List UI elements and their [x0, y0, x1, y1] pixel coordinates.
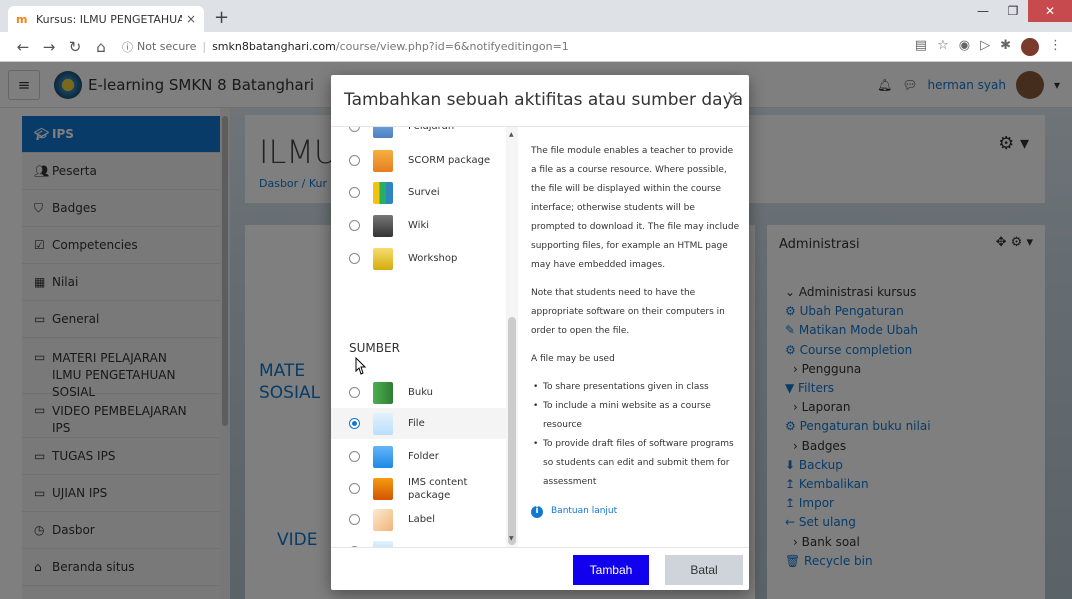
module-option-pelajaran[interactable]: Pelajaran — [331, 127, 506, 142]
module-option-workshop[interactable]: Workshop — [331, 243, 506, 274]
radio-button[interactable] — [349, 127, 360, 132]
url-path: /course/view.php?id=6&notifyeditingon=1 — [335, 40, 569, 53]
module-option-page[interactable]: Page — [331, 536, 506, 547]
reload-icon[interactable]: ↻ — [62, 38, 88, 56]
window-close-icon[interactable]: ✕ — [1028, 0, 1072, 22]
lesson-icon — [373, 127, 393, 138]
not-secure-label: Not secure — [137, 40, 197, 53]
radio-button[interactable] — [349, 483, 360, 494]
radio-button[interactable] — [349, 187, 360, 198]
radio-button[interactable] — [349, 418, 360, 429]
book-icon — [373, 381, 393, 404]
help-paragraph: Note that students need to have the appr… — [531, 288, 725, 336]
play-extension-icon[interactable]: ▷ — [980, 38, 990, 56]
wiki-icon — [373, 214, 393, 237]
scorm-icon — [373, 149, 393, 172]
module-label: Pelajaran — [408, 127, 454, 133]
address-bar: ← → ↻ ⌂ ⓘ Not secure | smkn8batanghari.c… — [0, 32, 1072, 62]
module-label: SCORM package — [408, 155, 491, 166]
ims-package-icon — [373, 477, 393, 500]
radio-button[interactable] — [349, 514, 360, 525]
tab-title: Kursus: ILMU PENGETAHUAN SO — [36, 12, 182, 26]
radio-button[interactable] — [349, 387, 360, 398]
module-option-wiki[interactable]: Wiki — [331, 210, 506, 241]
bookmark-star-icon[interactable]: ☆ — [937, 38, 949, 56]
browser-tab-bar: m Kursus: ILMU PENGETAHUAN SO × + — ❐ ✕ — [0, 0, 1072, 32]
puzzle-icon[interactable]: ✱ — [1000, 38, 1011, 56]
more-help-label: Bantuan lanjut — [551, 506, 618, 516]
tab-close-icon[interactable]: × — [186, 12, 196, 26]
module-label: Survei — [408, 187, 440, 198]
forward-icon[interactable]: → — [36, 38, 62, 56]
help-bullet: To include a mini website as a course re… — [531, 397, 741, 435]
scrollbar-thumb[interactable] — [508, 317, 516, 545]
modal-header: Tambahkan sebuah aktifitas atau sumber d… — [331, 75, 749, 127]
maximize-icon[interactable]: ❐ — [998, 0, 1028, 22]
file-icon — [373, 412, 393, 435]
module-option-ims[interactable]: IMS content package — [331, 473, 506, 504]
help-bullet: To provide draft files of software progr… — [531, 435, 741, 492]
modal-title: Tambahkan sebuah aktifitas atau sumber d… — [344, 90, 744, 110]
scroll-down-icon[interactable]: ▼ — [509, 535, 514, 542]
module-label: Label — [408, 514, 435, 525]
help-bullet-list: To share presentations given in class To… — [531, 378, 741, 492]
module-label: File — [408, 418, 425, 429]
module-list: SUMBER Pelajaran SCORM package Survei Wiki W… — [331, 127, 518, 547]
module-list-scrollbar[interactable]: ▲ ▼ — [506, 127, 518, 547]
extension-icon[interactable]: ◉ — [959, 38, 970, 56]
module-option-label[interactable]: Label — [331, 504, 506, 535]
new-tab-button[interactable]: + — [214, 7, 229, 28]
close-icon[interactable]: × — [726, 87, 739, 105]
info-icon: i — [531, 505, 543, 518]
module-option-survei[interactable]: Survei — [331, 177, 506, 208]
resources-heading: SUMBER — [349, 341, 400, 355]
info-icon[interactable]: ⓘ — [122, 39, 133, 55]
profile-avatar[interactable] — [1021, 38, 1039, 56]
url-field[interactable]: ⓘ Not secure | smkn8batanghari.com /cour… — [122, 39, 569, 55]
window-controls: — ❐ ✕ — [968, 0, 1072, 22]
radio-button[interactable] — [349, 451, 360, 462]
home-icon[interactable]: ⌂ — [88, 38, 114, 56]
module-option-file[interactable]: File — [331, 408, 506, 439]
scroll-up-icon[interactable]: ▲ — [509, 131, 514, 138]
url-host: smkn8batanghari.com — [212, 40, 336, 53]
module-label: Buku — [408, 387, 434, 398]
module-label: Wiki — [408, 220, 430, 231]
radio-button[interactable] — [349, 220, 360, 231]
module-option-buku[interactable]: Buku — [331, 377, 506, 408]
radio-button[interactable] — [349, 253, 360, 264]
folder-icon — [373, 445, 393, 468]
module-option-scorm[interactable]: SCORM package — [331, 145, 506, 176]
activity-chooser-dialog: Tambahkan sebuah aktifitas atau sumber d… — [331, 75, 749, 590]
survey-icon — [373, 181, 393, 204]
workshop-icon — [373, 247, 393, 270]
browser-tab[interactable]: m Kursus: ILMU PENGETAHUAN SO × — [8, 6, 204, 32]
more-help-link[interactable]: i Bantuan lanjut — [531, 502, 741, 521]
add-button[interactable]: Tambah — [573, 555, 649, 585]
module-label: Workshop — [408, 253, 458, 264]
menu-kebab-icon[interactable]: ⋮ — [1049, 38, 1062, 56]
module-help-pane: The file module enables a teacher to pro… — [531, 142, 741, 521]
mouse-cursor-icon — [355, 357, 367, 375]
radio-button[interactable] — [349, 155, 360, 166]
help-paragraph: A file may be used — [531, 354, 615, 364]
help-paragraph: The file module enables a teacher to pro… — [531, 146, 740, 270]
cancel-button[interactable]: Batal — [665, 555, 743, 585]
modal-footer: Tambah Batal — [331, 547, 749, 590]
back-icon[interactable]: ← — [10, 38, 36, 56]
moodle-favicon-icon: m — [16, 12, 28, 26]
browser-toolbar-icons: ▤ ☆ ◉ ▷ ✱ ⋮ — [915, 38, 1062, 56]
module-label: Folder — [408, 451, 439, 462]
minimize-icon[interactable]: — — [968, 0, 998, 22]
module-label: IMS content package — [408, 476, 468, 501]
module-option-folder[interactable]: Folder — [331, 441, 506, 472]
help-bullet: To share presentations given in class — [531, 378, 741, 397]
label-icon — [373, 508, 393, 531]
translate-icon[interactable]: ▤ — [915, 38, 927, 56]
